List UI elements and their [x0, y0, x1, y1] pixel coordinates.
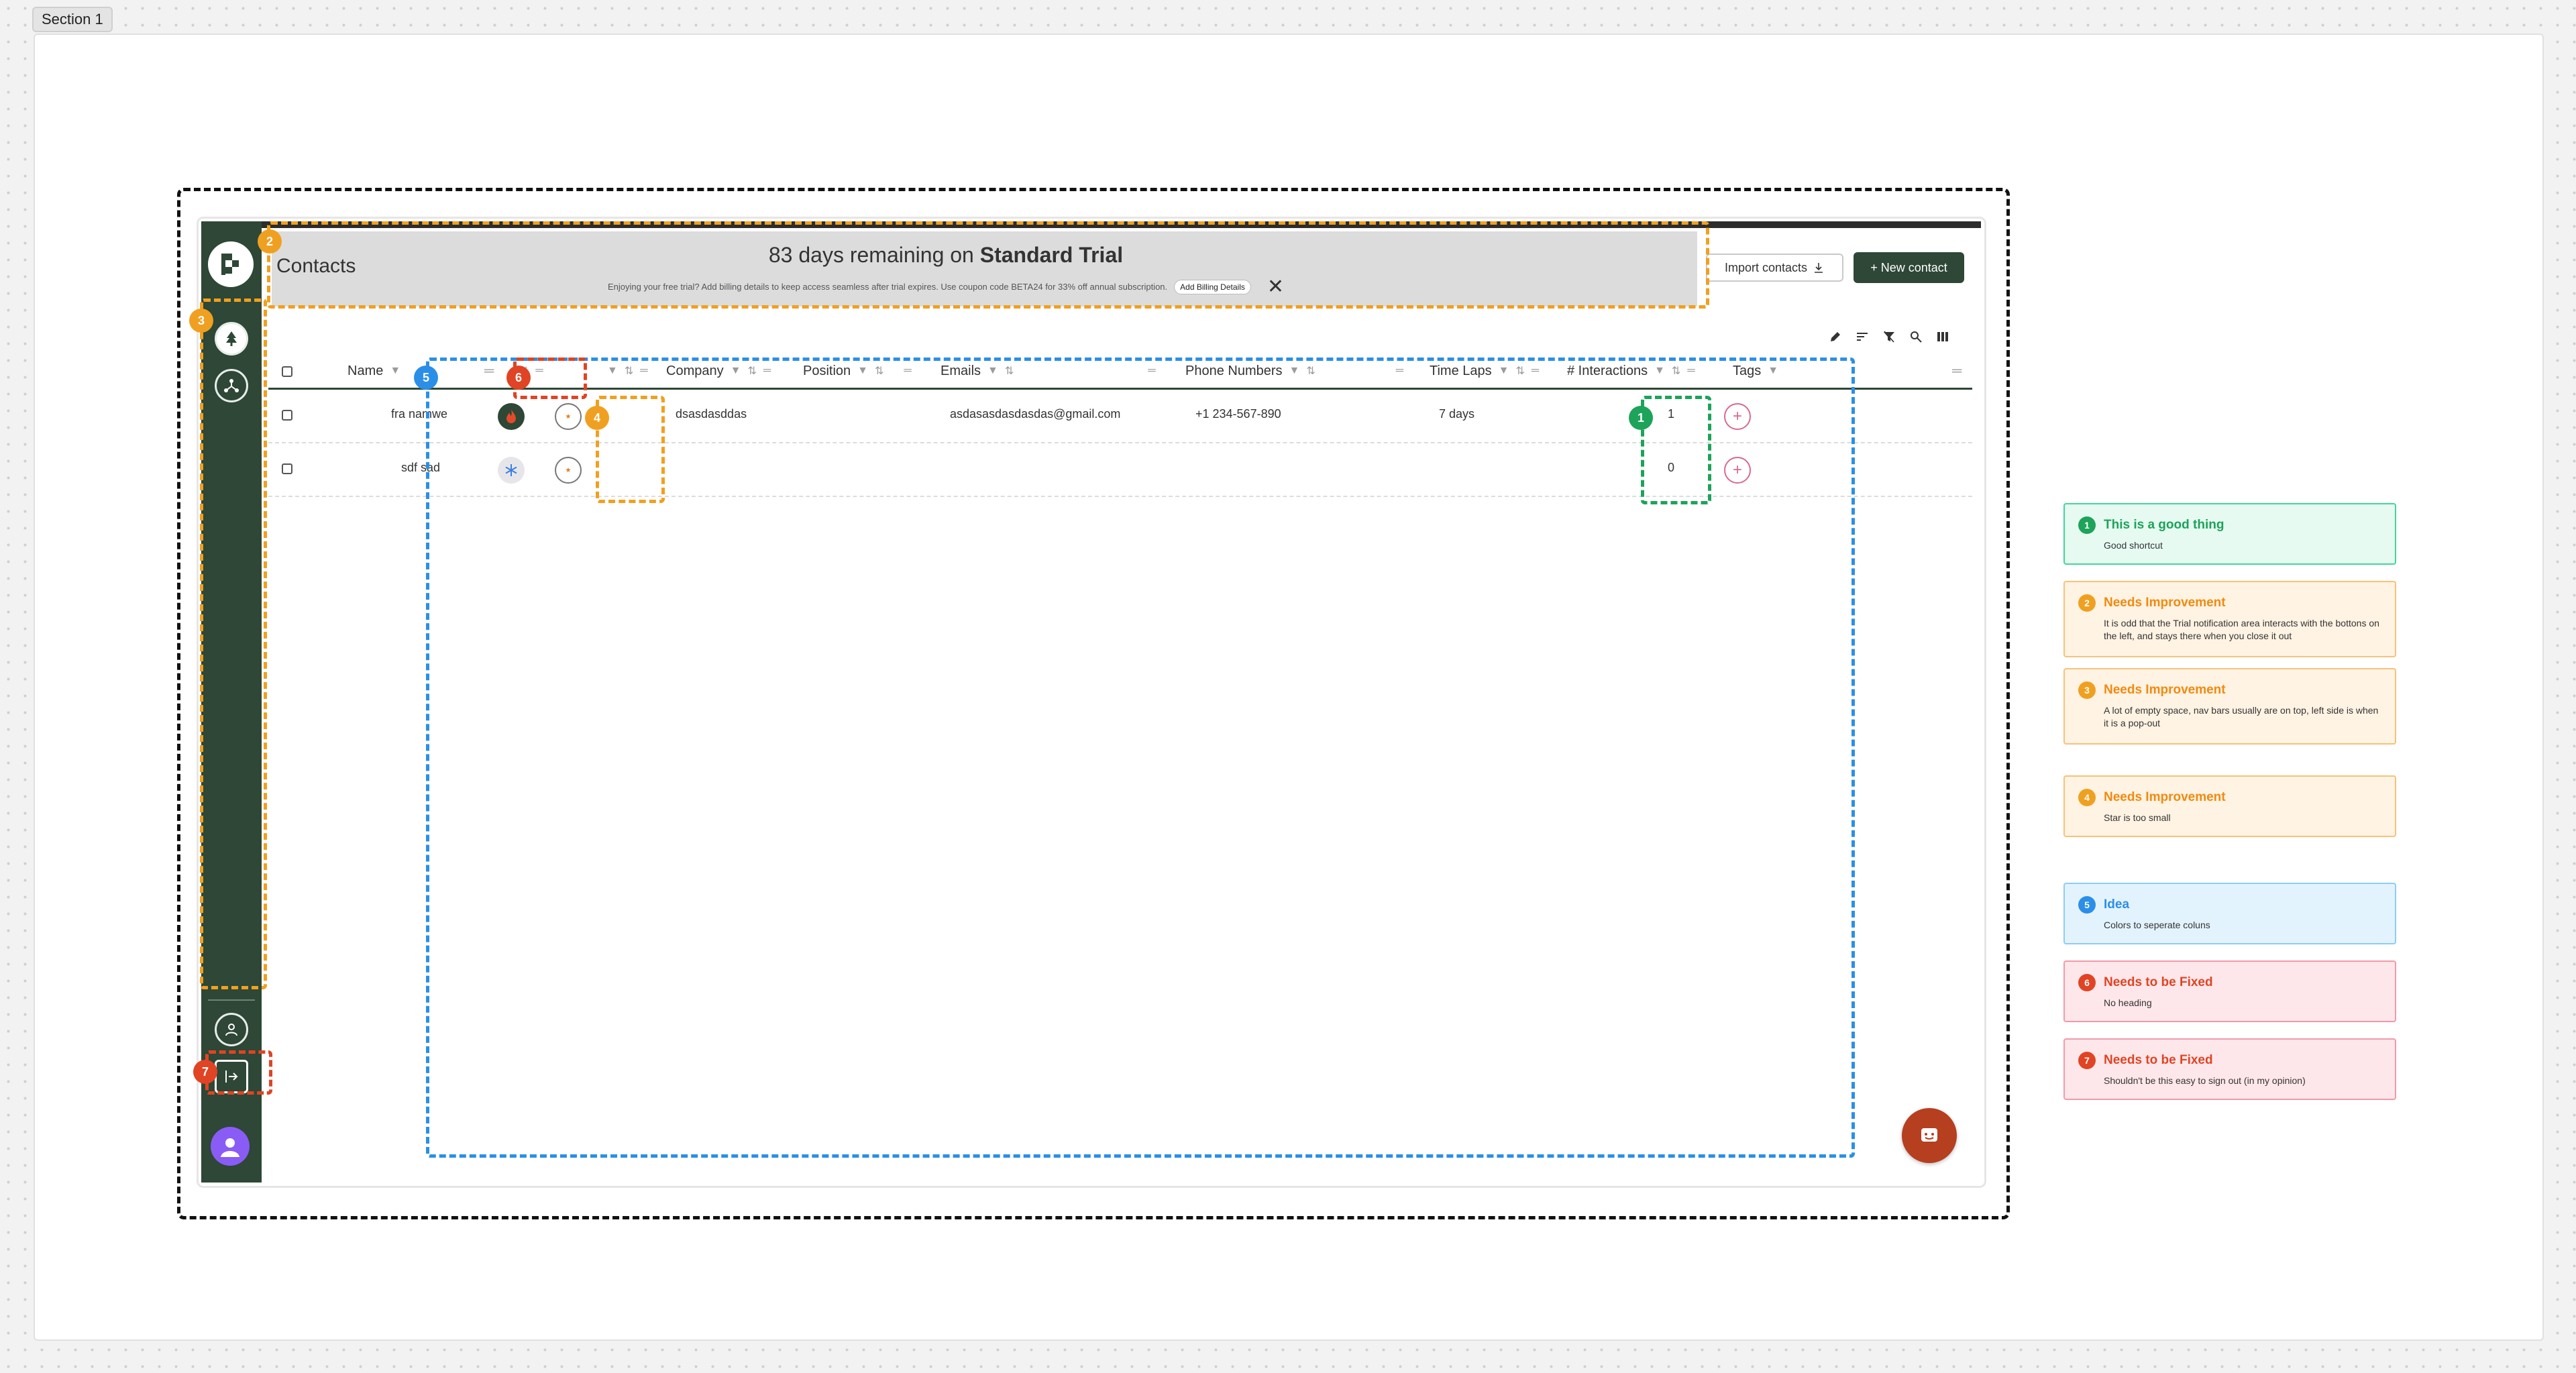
note-6[interactable]: 6 Needs to be Fixed No heading	[2063, 960, 2396, 1022]
note-number: 1	[2078, 516, 2096, 534]
marker-4: 4	[585, 406, 609, 430]
marker-5: 5	[414, 366, 438, 390]
sidebar-divider	[208, 999, 255, 1001]
note-4[interactable]: 4 Needs Improvement Star is too small	[2063, 775, 2396, 837]
note-2[interactable]: 2 Needs Improvement It is odd that the Tr…	[2063, 581, 2396, 657]
note-title: Needs Improvement	[2104, 596, 2226, 610]
chat-support-button[interactable]	[1902, 1108, 1957, 1163]
note-number: 7	[2078, 1052, 2096, 1069]
note-number: 5	[2078, 896, 2096, 914]
select-all-checkbox[interactable]	[282, 366, 292, 377]
annotation-box-3	[200, 298, 267, 989]
note-body: No heading	[2104, 997, 2152, 1008]
row-checkbox[interactable]	[282, 410, 292, 421]
import-contacts-label: Import contacts	[1724, 260, 1808, 274]
note-body: Colors to seperate coluns	[2104, 920, 2210, 930]
note-5[interactable]: 5 Idea Colors to seperate coluns	[2063, 883, 2396, 944]
search-icon[interactable]	[1908, 329, 1924, 345]
marker-2: 2	[258, 229, 282, 254]
marker-1: 1	[1629, 406, 1653, 430]
row-checkbox[interactable]	[282, 463, 292, 474]
note-title: Needs to be Fixed	[2104, 1053, 2213, 1067]
pencil-icon[interactable]	[1827, 329, 1843, 345]
note-number: 2	[2078, 594, 2096, 612]
column-header-name[interactable]: Name ▼	[347, 361, 400, 381]
marker-3: 3	[189, 309, 213, 333]
avatar-icon[interactable]	[211, 1127, 250, 1166]
note-body: Star is too small	[2104, 812, 2171, 823]
section-label[interactable]: Section 1	[32, 7, 113, 32]
flag-logo-icon[interactable]	[208, 241, 254, 287]
user-icon[interactable]	[215, 1013, 248, 1046]
sort-icon[interactable]	[1854, 329, 1870, 345]
note-body: A lot of empty space, nav bars usually a…	[2104, 705, 2379, 728]
marker-7: 7	[193, 1060, 217, 1084]
table-toolbar	[1827, 329, 1951, 345]
import-contacts-button[interactable]: Import contacts	[1706, 254, 1843, 282]
note-title: Idea	[2104, 897, 2130, 912]
annotation-box-2	[267, 221, 1709, 309]
download-icon	[1815, 263, 1823, 273]
note-1[interactable]: 1 This is a good thing Good shortcut	[2063, 503, 2396, 565]
note-body: It is odd that the Trial notification ar…	[2104, 618, 2379, 641]
filter-clear-icon[interactable]	[1881, 329, 1897, 345]
note-title: Needs Improvement	[2104, 683, 2226, 697]
note-number: 3	[2078, 681, 2096, 699]
note-3[interactable]: 3 Needs Improvement A lot of empty space,…	[2063, 668, 2396, 745]
new-contact-button[interactable]: + New contact	[1854, 252, 1964, 283]
note-title: Needs Improvement	[2104, 790, 2226, 804]
columns-icon[interactable]	[1935, 329, 1951, 345]
note-body: Shouldn't be this easy to sign out (in m…	[2104, 1075, 2306, 1086]
marker-6: 6	[506, 366, 531, 390]
note-body: Good shortcut	[2104, 540, 2163, 551]
note-title: Needs to be Fixed	[2104, 975, 2213, 989]
note-number: 4	[2078, 789, 2096, 806]
note-title: This is a good thing	[2104, 518, 2224, 532]
note-number: 6	[2078, 974, 2096, 991]
note-7[interactable]: 7 Needs to be Fixed Shouldn't be this eas…	[2063, 1038, 2396, 1100]
